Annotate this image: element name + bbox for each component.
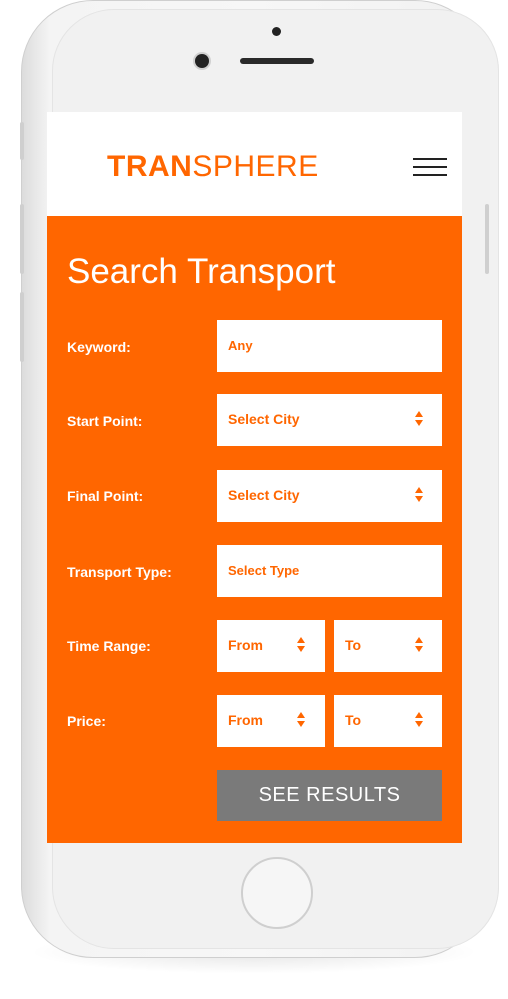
transport-type-label: Transport Type: — [67, 564, 172, 580]
keyword-label: Keyword: — [67, 339, 131, 355]
volume-up-button — [20, 204, 24, 274]
logo-bold-part: TRAN — [107, 150, 193, 183]
proximity-sensor — [272, 27, 281, 36]
transport-type-value: Select Type — [228, 563, 300, 578]
see-results-button[interactable]: SEE RESULTS — [217, 770, 442, 821]
hamburger-menu-icon[interactable] — [413, 156, 447, 178]
start-point-label: Start Point: — [67, 413, 143, 429]
search-title: Search Transport — [67, 252, 336, 291]
price-label: Price: — [67, 713, 106, 729]
final-point-value: Select City — [228, 487, 300, 503]
transport-type-select[interactable]: Select Type — [217, 545, 442, 597]
keyword-input[interactable]: Any — [217, 320, 442, 372]
keyword-value: Any — [228, 338, 253, 353]
time-range-from-select[interactable]: From — [217, 620, 325, 672]
transphere-logo[interactable]: TRANSPHERE — [107, 150, 319, 184]
final-point-select[interactable]: Select City — [217, 470, 442, 522]
home-button[interactable] — [241, 857, 313, 929]
start-point-value: Select City — [228, 411, 300, 427]
price-to-value: To — [345, 712, 362, 728]
menu-line — [413, 166, 447, 168]
select-arrows-icon — [297, 712, 306, 730]
select-arrows-icon — [415, 411, 424, 429]
mute-switch — [20, 122, 24, 160]
front-camera — [195, 54, 209, 68]
site-header: TRANSPHERE — [47, 112, 462, 216]
time-range-to-select[interactable]: To — [334, 620, 442, 672]
start-point-select[interactable]: Select City — [217, 394, 442, 446]
price-to-select[interactable]: To — [334, 695, 442, 747]
power-button — [485, 204, 489, 274]
menu-line — [413, 174, 447, 176]
earpiece-speaker — [240, 58, 314, 64]
volume-down-button — [20, 292, 24, 362]
time-range-from-value: From — [228, 637, 263, 653]
menu-line — [413, 158, 447, 160]
time-range-label: Time Range: — [67, 638, 151, 654]
time-range-to-value: To — [345, 637, 362, 653]
select-arrows-icon — [297, 637, 306, 655]
select-arrows-icon — [415, 712, 424, 730]
select-arrows-icon — [415, 487, 424, 505]
price-from-value: From — [228, 712, 263, 728]
final-point-label: Final Point: — [67, 488, 144, 504]
logo-thin-part: SPHERE — [192, 150, 319, 183]
price-from-select[interactable]: From — [217, 695, 325, 747]
phone-screen: TRANSPHERE Search Transport Keyword: Any… — [47, 112, 462, 843]
select-arrows-icon — [415, 637, 424, 655]
search-transport-panel: Search Transport Keyword: Any Start Poin… — [47, 216, 462, 843]
